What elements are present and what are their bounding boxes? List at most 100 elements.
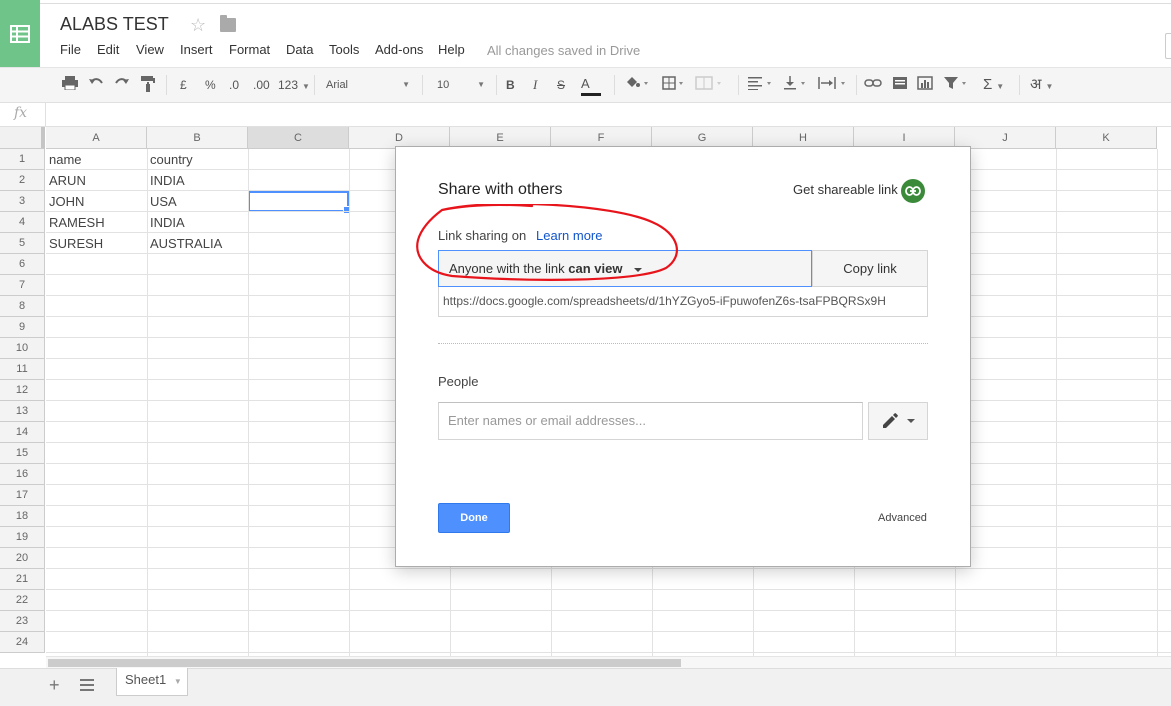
menu-addons[interactable]: Add-ons [375,42,438,57]
share-button[interactable] [1165,33,1171,59]
horizontal-scrollbar[interactable] [46,656,1171,668]
star-icon[interactable]: ☆ [190,15,206,36]
active-cell-c3[interactable] [248,191,351,214]
permission-level-button[interactable] [868,402,928,440]
add-sheet-button[interactable]: + [49,675,60,696]
italic-button[interactable]: I [533,76,537,94]
formula-divider [45,103,46,127]
link-icon[interactable] [901,179,925,203]
menu-file[interactable]: File [60,42,97,57]
row-header-17[interactable]: 17 [0,485,45,506]
cell-a1[interactable]: name [49,149,82,170]
scrollbar-thumb[interactable] [48,659,681,667]
row-header-12[interactable]: 12 [0,380,45,401]
column-header-a[interactable]: A [46,127,147,149]
sheet-tab-sheet1[interactable]: Sheet1 ▼ [116,668,188,696]
column-header-c[interactable]: C [248,127,349,149]
merge-cells-icon[interactable] [695,76,725,94]
undo-icon[interactable] [88,76,104,94]
row-header-19[interactable]: 19 [0,527,45,548]
chevron-down-icon[interactable]: ▼ [174,677,182,686]
row-header-3[interactable]: 3 [0,191,45,212]
row-header-16[interactable]: 16 [0,464,45,485]
menu-format[interactable]: Format [229,42,286,57]
row-header-4[interactable]: 4 [0,212,45,233]
row-header-8[interactable]: 8 [0,296,45,317]
copy-link-button[interactable]: Copy link [812,250,928,287]
input-tools-button[interactable]: अ ▼ [1030,76,1053,94]
folder-icon[interactable] [220,15,236,32]
redo-icon[interactable] [114,76,130,94]
increase-decimal-button[interactable]: .00 [253,76,270,94]
row-header-20[interactable]: 20 [0,548,45,569]
row-header-14[interactable]: 14 [0,422,45,443]
row-header-2[interactable]: 2 [0,170,45,191]
row-header-11[interactable]: 11 [0,359,45,380]
all-sheets-icon[interactable] [80,679,94,691]
font-family-dropdown[interactable]: Arial ▼ [326,76,410,94]
row-header-13[interactable]: 13 [0,401,45,422]
paint-format-icon[interactable] [141,76,155,94]
decrease-decimal-button[interactable]: .0 [229,76,239,94]
row-header-7[interactable]: 7 [0,275,45,296]
cell-b4[interactable]: INDIA [150,212,185,233]
cell-a3[interactable]: JOHN [49,191,84,212]
grid-line [1157,149,1158,656]
cell-b3[interactable]: USA [150,191,177,212]
text-color-button[interactable]: A [581,76,601,96]
menu-data[interactable]: Data [286,42,329,57]
sheet-bar: + Sheet1 ▼ [0,668,1171,706]
menu-view[interactable]: View [136,42,180,57]
menu-tools[interactable]: Tools [329,42,375,57]
cell-a4[interactable]: RAMESH [49,212,105,233]
insert-chart-icon[interactable] [917,76,933,94]
row-header-5[interactable]: 5 [0,233,45,254]
people-input[interactable]: Enter names or email addresses... [438,402,863,440]
font-size-dropdown[interactable]: 10 ▼ [437,76,485,94]
advanced-link[interactable]: Advanced [878,512,927,524]
menu-help[interactable]: Help [438,42,478,57]
cell-b1[interactable]: country [150,149,193,170]
column-header-b[interactable]: B [147,127,248,149]
row-header-10[interactable]: 10 [0,338,45,359]
bold-button[interactable]: B [506,76,515,94]
percent-format-button[interactable]: % [205,76,216,94]
row-header-23[interactable]: 23 [0,611,45,632]
document-title[interactable]: ALABS TEST [60,14,169,35]
sheets-logo-icon[interactable] [0,0,40,67]
row-header-15[interactable]: 15 [0,443,45,464]
functions-button[interactable]: Σ ▼ [983,76,1004,94]
cell-b2[interactable]: INDIA [150,170,185,191]
cell-a2[interactable]: ARUN [49,170,86,191]
filter-icon[interactable] [943,76,969,94]
menu-insert[interactable]: Insert [180,42,229,57]
menu-edit[interactable]: Edit [97,42,136,57]
currency-format-button[interactable]: £ [180,76,187,94]
number-format-dropdown[interactable]: 123 ▼ [278,76,310,94]
print-icon[interactable] [62,76,78,94]
row-header-6[interactable]: 6 [0,254,45,275]
column-header-k[interactable]: K [1056,127,1157,149]
cell-b5[interactable]: AUSTRALIA [150,233,222,254]
vertical-align-icon[interactable] [783,76,807,94]
cell-a5[interactable]: SURESH [49,233,103,254]
chevron-down-icon [907,419,915,423]
get-shareable-link[interactable]: Get shareable link [793,182,898,197]
strikethrough-button[interactable]: S [557,76,565,94]
select-all-corner[interactable] [0,127,45,149]
row-header-9[interactable]: 9 [0,317,45,338]
row-header-18[interactable]: 18 [0,506,45,527]
row-header-1[interactable]: 1 [0,149,45,170]
share-url-field[interactable]: https://docs.google.com/spreadsheets/d/1… [438,287,928,317]
horizontal-align-icon[interactable] [747,76,773,94]
grid-line [1056,149,1057,656]
fill-color-icon[interactable] [625,76,649,94]
done-button[interactable]: Done [438,503,510,533]
row-header-21[interactable]: 21 [0,569,45,590]
insert-comment-icon[interactable] [892,76,908,94]
row-header-24[interactable]: 24 [0,632,45,653]
text-wrapping-icon[interactable] [817,76,849,94]
row-header-22[interactable]: 22 [0,590,45,611]
borders-icon[interactable] [662,76,686,94]
insert-link-icon[interactable] [864,76,882,94]
